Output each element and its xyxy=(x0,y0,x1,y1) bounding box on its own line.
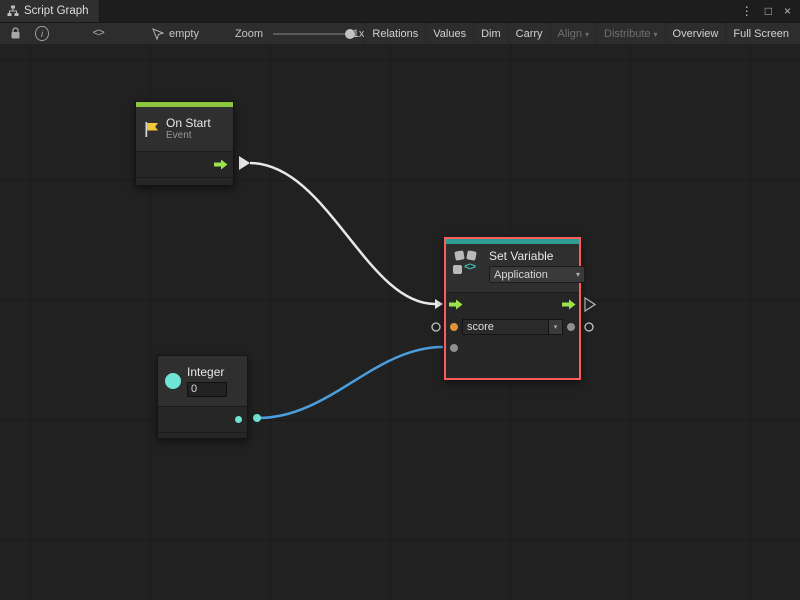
graph-canvas[interactable]: On Start Event <> xyxy=(0,44,800,600)
integer-circle-icon xyxy=(165,373,181,389)
node-footer xyxy=(158,432,247,441)
zoom-label: Zoom xyxy=(235,28,263,40)
code-view-icon[interactable]: <> xyxy=(91,26,106,42)
toolbar-button-carry[interactable]: Carry xyxy=(508,23,550,44)
toolbar-button-dim[interactable]: Dim xyxy=(473,23,508,44)
lock-icon[interactable] xyxy=(8,26,23,42)
selection-indicator: empty xyxy=(152,28,199,40)
dropdown-arrow-icon: ▾ xyxy=(585,30,589,39)
variable-name-dropdown-button[interactable]: ▾ xyxy=(549,319,563,335)
value-input-port-icon[interactable] xyxy=(450,344,458,352)
node-subtitle: Event xyxy=(166,130,211,142)
integer-output-port-icon[interactable] xyxy=(235,416,242,423)
dropdown-arrow-icon: ▾ xyxy=(654,30,658,39)
dropdown-arrow-icon: ▾ xyxy=(576,270,580,279)
flow-output-port-icon[interactable] xyxy=(562,299,576,310)
node-title: On Start xyxy=(166,116,211,130)
zoom-slider-handle[interactable] xyxy=(345,29,355,39)
titlebar: Script Graph ⋮ □ × xyxy=(0,0,800,23)
maximize-icon[interactable]: □ xyxy=(765,5,772,17)
variable-scope-dropdown[interactable]: Application ▾ xyxy=(489,266,585,283)
tab-title: Script Graph xyxy=(24,5,89,17)
toolbar-buttons: Relations Values Dim Carry Align ▾ Distr… xyxy=(364,23,796,44)
script-graph-window: Script Graph ⋮ □ × i <> empty Zo xyxy=(0,0,800,600)
close-icon[interactable]: × xyxy=(784,5,791,17)
selection-label: empty xyxy=(169,28,199,40)
zoom-slider[interactable] xyxy=(273,27,347,41)
menu-icon[interactable]: ⋮ xyxy=(741,5,753,17)
toolbar-button-distribute[interactable]: Distribute ▾ xyxy=(596,23,664,44)
onstart-exit-connector-icon[interactable] xyxy=(239,156,250,170)
node-on-start[interactable]: On Start Event xyxy=(135,101,234,186)
toolbar-button-align[interactable]: Align ▾ xyxy=(550,23,596,44)
node-footer xyxy=(136,177,233,186)
connection-value-integer-setvariable[interactable] xyxy=(258,347,443,418)
variable-output-port-icon[interactable] xyxy=(567,323,575,331)
flag-icon xyxy=(143,121,160,138)
connection-flow-onstart-setvariable[interactable] xyxy=(250,163,435,304)
flow-output-port-icon[interactable] xyxy=(214,159,228,170)
setvariable-output-port-outer-icon[interactable] xyxy=(585,323,593,331)
toolbar-button-overview[interactable]: Overview xyxy=(665,23,726,44)
toolbar-button-values[interactable]: Values xyxy=(425,23,473,44)
graph-icon xyxy=(7,5,19,17)
zoom-slider-track xyxy=(273,33,347,35)
node-integer[interactable]: Integer 0 xyxy=(157,355,248,439)
variable-name-field[interactable]: score xyxy=(462,319,549,335)
flow-input-port-icon[interactable] xyxy=(449,299,463,310)
integer-output-connector-icon[interactable] xyxy=(253,414,261,422)
toolbar-button-fullscreen[interactable]: Full Screen xyxy=(725,23,796,44)
wires-layer xyxy=(0,44,800,600)
set-variable-icon: <> xyxy=(453,251,483,277)
setvariable-name-port-outer-icon[interactable] xyxy=(432,323,440,331)
window-controls: ⋮ □ × xyxy=(741,0,800,22)
variable-name-field-group: score ▾ xyxy=(462,319,563,335)
info-icon[interactable]: i xyxy=(35,26,48,41)
pointer-icon xyxy=(152,28,164,40)
variable-name-port-icon[interactable] xyxy=(450,323,458,331)
setvariable-exit-connector-icon[interactable] xyxy=(585,298,595,311)
node-title: Integer xyxy=(187,365,227,379)
node-set-variable[interactable]: <> Set Variable Application ▾ xyxy=(444,237,581,380)
toolbar-button-relations[interactable]: Relations xyxy=(364,23,425,44)
tab-script-graph[interactable]: Script Graph xyxy=(0,0,100,22)
integer-value-field[interactable]: 0 xyxy=(187,382,227,397)
dropdown-arrow-icon: ▾ xyxy=(554,323,558,331)
flow-wire-arrowhead-icon xyxy=(435,299,443,309)
node-title: Set Variable xyxy=(489,249,572,263)
toolbar: i <> empty Zoom 1x Relations Values xyxy=(0,23,800,45)
